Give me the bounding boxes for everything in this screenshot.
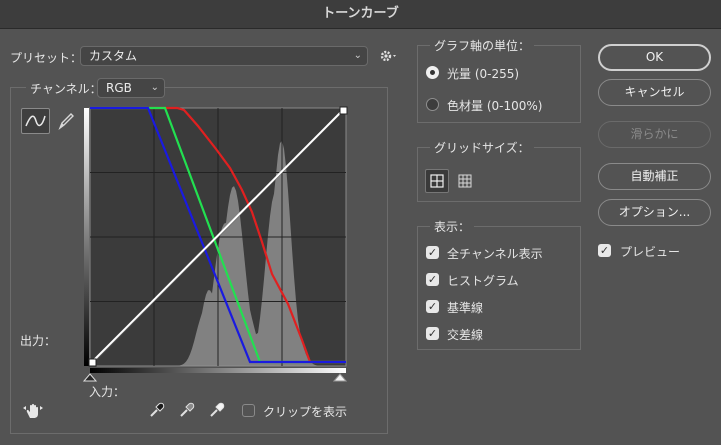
smooth-button[interactable]: 滑らかに (598, 121, 711, 148)
input-label: 入力： (89, 385, 126, 399)
preset-value: カスタム (89, 49, 138, 63)
display-title: 表示： (430, 218, 475, 235)
black-point-slider[interactable] (82, 373, 98, 382)
show-clipping-label: クリップを表示 (263, 405, 348, 419)
grid-detailed-button[interactable] (453, 169, 477, 193)
chevron-down-icon: ⌄ (353, 50, 362, 61)
show-histogram-checkbox[interactable]: ✓ (426, 273, 439, 286)
show-histogram-label: ヒストグラム (447, 274, 519, 288)
ok-button[interactable]: OK (598, 44, 711, 71)
preset-select[interactable]: カスタム ⌄ (80, 46, 368, 66)
options-button[interactable]: オプション... (598, 199, 711, 226)
show-all-channels-checkbox[interactable]: ✓ (426, 246, 439, 259)
show-baseline-label: 基準線 (447, 301, 484, 315)
white-point-slider[interactable] (332, 373, 348, 382)
white-eyedropper[interactable] (208, 401, 226, 419)
eyedropper-black-icon (150, 402, 165, 417)
curve-point-shadow[interactable] (88, 358, 97, 367)
output-label: 出力： (20, 334, 57, 348)
curve-point-highlight[interactable] (339, 106, 348, 115)
auto-button[interactable]: 自動補正 (598, 163, 711, 190)
curve-tool-icon (25, 115, 46, 127)
graph-units-title: グラフ軸の単位： (430, 37, 535, 54)
grid-size-title: グリッドサイズ： (430, 139, 534, 156)
input-gradient-bar (90, 368, 346, 373)
pencil-icon (58, 113, 74, 131)
show-clipping-checkbox[interactable] (242, 404, 255, 417)
on-image-adjust-tool[interactable] (22, 402, 44, 420)
black-eyedropper[interactable] (148, 401, 166, 419)
show-all-channels-label: 全チャンネル表示 (447, 247, 543, 261)
grid-10x10-icon (458, 174, 472, 188)
channel-select[interactable]: RGB ⌄ (97, 78, 165, 98)
show-intersection-label: 交差線 (447, 328, 484, 342)
preview-label: プレビュー (620, 245, 681, 259)
units-pigment-radio[interactable] (426, 98, 439, 111)
preset-label: プリセット： (10, 51, 83, 65)
window-title: トーンカーブ (0, 0, 721, 29)
grid-4x4-icon (430, 174, 444, 188)
preset-options-gear-icon[interactable] (378, 47, 400, 65)
units-light-label: 光量 (0-255) (447, 67, 520, 81)
point-curve-tool[interactable] (21, 108, 50, 134)
hand-drag-icon (23, 403, 43, 418)
curve-graph[interactable] (80, 104, 350, 388)
pencil-tool[interactable] (56, 110, 76, 132)
chevron-down-icon: ⌄ (150, 82, 159, 93)
channel-value: RGB (106, 81, 132, 95)
output-gradient-bar (84, 108, 89, 366)
eyedropper-white-icon (210, 402, 225, 417)
units-pigment-label: 色材量 (0-100%) (447, 99, 543, 113)
gray-eyedropper[interactable] (178, 401, 196, 419)
eyedropper-gray-icon (180, 402, 195, 417)
show-intersection-checkbox[interactable]: ✓ (426, 327, 439, 340)
units-light-radio[interactable] (426, 66, 439, 79)
channel-label: チャンネル： (26, 80, 106, 97)
cancel-button[interactable]: キャンセル (598, 79, 711, 106)
show-baseline-checkbox[interactable]: ✓ (426, 300, 439, 313)
preview-checkbox[interactable]: ✓ (598, 244, 611, 257)
grid-simple-button[interactable] (425, 169, 449, 193)
